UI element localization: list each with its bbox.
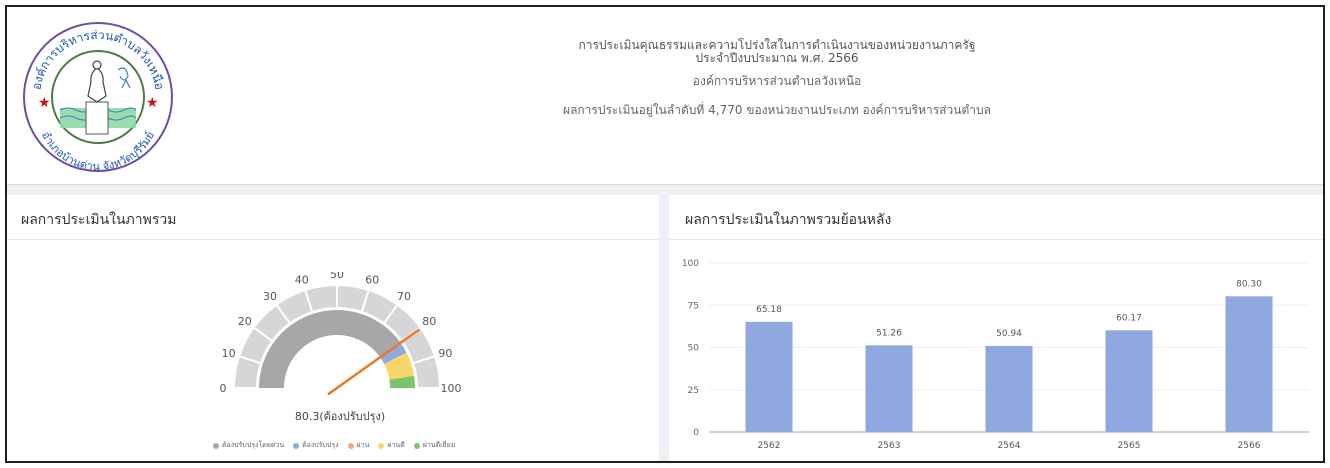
bar-value-label: 51.26 [876, 328, 902, 338]
organization-name: องค์การบริหารส่วนตำบลวังเหนือ [692, 74, 862, 88]
bar-2566[interactable] [1225, 296, 1273, 432]
gauge-scale-segment [303, 283, 338, 314]
organization-logo: ★ ★ องค์การบริหารส่วนตำบลวังเหนือ อำเภอบ… [23, 22, 173, 173]
bar-2562[interactable] [745, 321, 793, 432]
gauge-tick-label: 70 [397, 290, 411, 303]
legend-color-swatch [413, 442, 420, 449]
overall-result-panel: ผลการประเมินในภาพรวม 0 10 20 30 40 50 60 70 80 90… [7, 195, 659, 461]
x-tick-label: 2562 [758, 441, 781, 451]
bar-value-label: 65.18 [756, 305, 782, 315]
legend-item-good[interactable]: ผ่านดี [378, 440, 405, 451]
fiscal-year: ประจำปีงบประมาณ พ.ศ. 2566 [695, 51, 859, 65]
header-card: ★ ★ องค์การบริหารส่วนตำบลวังเหนือ อำเภอบ… [7, 7, 1323, 185]
legend-color-swatch [347, 442, 354, 449]
gauge-tick-label: 60 [365, 274, 379, 287]
history-bar-chart: 0 25 50 75 100 65.18 2562 51.26 2563 50.94 2564 60.… [682, 259, 1309, 451]
gauge-tick-label: 40 [295, 274, 309, 287]
legend-item-pass[interactable]: ผ่าน [347, 440, 370, 451]
legend-color-swatch [378, 442, 385, 449]
x-tick-label: 2566 [1238, 441, 1261, 451]
panel-divider [7, 239, 659, 240]
gauge-tick-label: 20 [238, 315, 252, 328]
bar-2563[interactable] [865, 345, 913, 432]
legend-label: ต้องปรับปรุงโดยด่วน [222, 441, 285, 449]
overall-result-title: ผลการประเมินในภาพรวม [21, 212, 177, 228]
bar-2564[interactable] [985, 345, 1033, 432]
gauge-tick-label: 50 [330, 272, 344, 281]
legend-item-improve[interactable]: ต้องปรับปรุง [293, 440, 339, 451]
y-tick-label: 50 [688, 344, 700, 354]
assessment-title: การประเมินคุณธรรมและความโปร่งใสในการดำเน… [578, 38, 976, 52]
gauge-tick-label: 80 [422, 315, 436, 328]
y-tick-label: 25 [688, 386, 699, 396]
history-result-panel: ผลการประเมินในภาพรวมย้อนหลัง 0 25 50 75 100 6… [669, 195, 1323, 461]
x-tick-label: 2563 [878, 441, 901, 451]
legend-label: ต้องปรับปรุง [302, 441, 339, 449]
bar-value-label: 80.30 [1236, 279, 1262, 289]
panel-divider [669, 239, 1323, 240]
gauge-tick-label: 90 [438, 347, 452, 360]
page-frame: ★ ★ องค์การบริหารส่วนตำบลวังเหนือ อำเภอบ… [5, 5, 1325, 463]
gauge-tick-label: 0 [220, 382, 227, 395]
gauge-legend: ต้องปรับปรุงโดยด่วน ต้องปรับปรุง ผ่าน ผ่… [213, 440, 455, 451]
legend-color-swatch [293, 442, 300, 449]
legend-color-swatch [213, 442, 219, 449]
bar-2565[interactable] [1105, 330, 1153, 432]
svg-text:★: ★ [38, 95, 51, 111]
gauge-score-label: 80.3(ต้องปรับปรุง) [294, 410, 386, 423]
bar-value-label: 50.94 [996, 329, 1022, 339]
y-tick-label: 75 [688, 301, 699, 311]
gauge-tick-label: 100 [441, 382, 462, 395]
gauge-scale-segment [411, 354, 442, 389]
y-tick-label: 0 [693, 428, 699, 438]
legend-item-urgent-improve[interactable]: ต้องปรับปรุงโดยด่วน [213, 440, 284, 451]
gauge-tick-label: 10 [222, 347, 236, 360]
legend-label: ผ่าน [356, 441, 370, 449]
svg-text:★: ★ [146, 95, 159, 111]
history-result-title: ผลการประเมินในภาพรวมย้อนหลัง [685, 212, 892, 228]
x-tick-label: 2564 [998, 441, 1021, 451]
legend-item-excellent[interactable]: ผ่านดีเยี่ยม [413, 440, 456, 451]
legend-label: ผ่านดีเยี่ยม [422, 441, 456, 449]
bar-value-label: 60.17 [1116, 313, 1142, 323]
score-gauge: 0 10 20 30 40 50 60 70 80 90 100 [220, 272, 462, 396]
y-tick-label: 100 [682, 259, 699, 269]
gauge-tick-label: 30 [263, 290, 277, 303]
x-tick-label: 2565 [1118, 441, 1141, 451]
ranking-text: ผลการประเมินอยู่ในลำดับที่ 4,770 ของหน่ว… [563, 103, 991, 117]
legend-label: ผ่านดี [387, 441, 405, 449]
